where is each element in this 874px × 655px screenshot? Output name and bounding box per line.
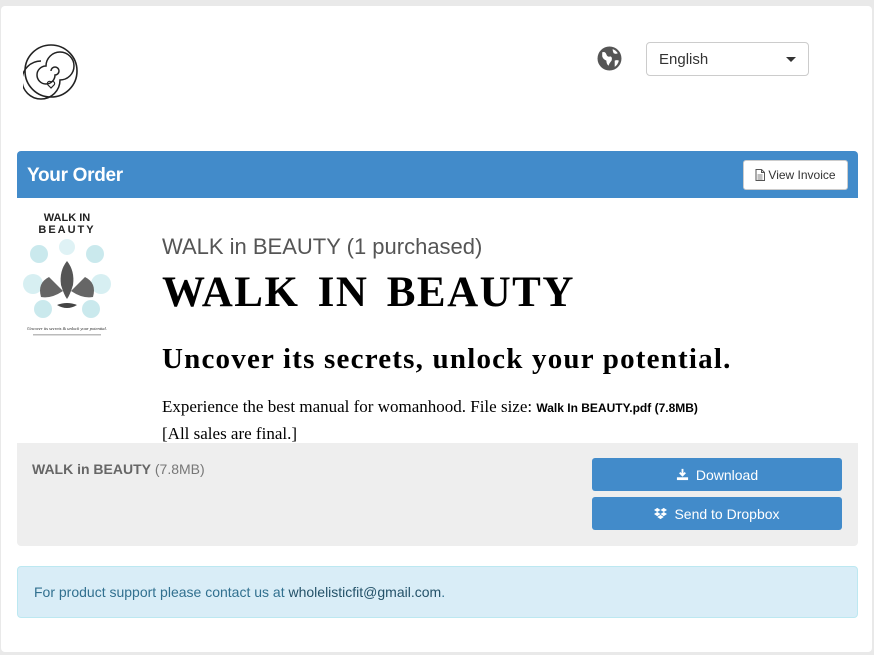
order-header: Your Order View Invoice bbox=[17, 151, 858, 198]
language-select-value: English bbox=[659, 50, 709, 68]
page-card: English Your Order View Invoice WALK IN … bbox=[1, 6, 872, 652]
cover-title-line1: WALK IN bbox=[44, 212, 90, 224]
download-file-size: (7.8MB) bbox=[151, 461, 205, 477]
download-label: Download bbox=[695, 466, 759, 483]
download-file-name: WALK in BEAUTY bbox=[32, 461, 151, 477]
description-text: Experience the best manual for womanhood… bbox=[162, 397, 537, 416]
chevron-down-icon bbox=[786, 56, 796, 62]
support-suffix: . bbox=[441, 584, 446, 600]
support-email-link[interactable]: wholelisticfit@gmail.com bbox=[288, 584, 441, 600]
view-invoice-button[interactable]: View Invoice bbox=[743, 160, 848, 190]
dropbox-icon bbox=[654, 507, 668, 520]
view-invoice-label: View Invoice bbox=[768, 168, 836, 182]
final-sale-note: [All sales are final.] bbox=[162, 424, 297, 443]
product-cover-image[interactable]: WALK IN BEAUTY Uncover its secrets & unl… bbox=[19, 209, 115, 339]
support-text: For product support please contact us at bbox=[34, 584, 289, 600]
spiral-heart-logo[interactable] bbox=[23, 42, 79, 100]
product-purchased-title: WALK in BEAUTY (1 purchased) bbox=[162, 234, 483, 259]
download-button[interactable]: Download bbox=[592, 458, 842, 491]
download-panel: WALK in BEAUTY (7.8MB) Download Send to … bbox=[17, 443, 858, 546]
product-tagline: Uncover its secrets, unlock your potenti… bbox=[162, 343, 732, 375]
order-title: Your Order bbox=[27, 165, 123, 186]
product-hero-title: WALK IN BEAUTY bbox=[162, 269, 575, 316]
download-file-label: WALK in BEAUTY (7.8MB) bbox=[32, 461, 205, 477]
dropbox-label: Send to Dropbox bbox=[674, 505, 780, 522]
globe-icon bbox=[597, 46, 622, 71]
download-icon bbox=[676, 468, 688, 481]
support-alert: For product support please contact us at… bbox=[17, 566, 858, 618]
file-name-size: Walk In BEAUTY.pdf (7.8MB) bbox=[536, 401, 698, 415]
product-description: Experience the best manual for womanhood… bbox=[162, 394, 698, 446]
cover-subtitle: Uncover its secrets & unlock your potent… bbox=[27, 326, 107, 331]
document-icon bbox=[755, 169, 766, 181]
language-select[interactable]: English bbox=[646, 42, 809, 76]
cover-title-line2: BEAUTY bbox=[38, 224, 95, 236]
send-to-dropbox-button[interactable]: Send to Dropbox bbox=[592, 497, 842, 530]
